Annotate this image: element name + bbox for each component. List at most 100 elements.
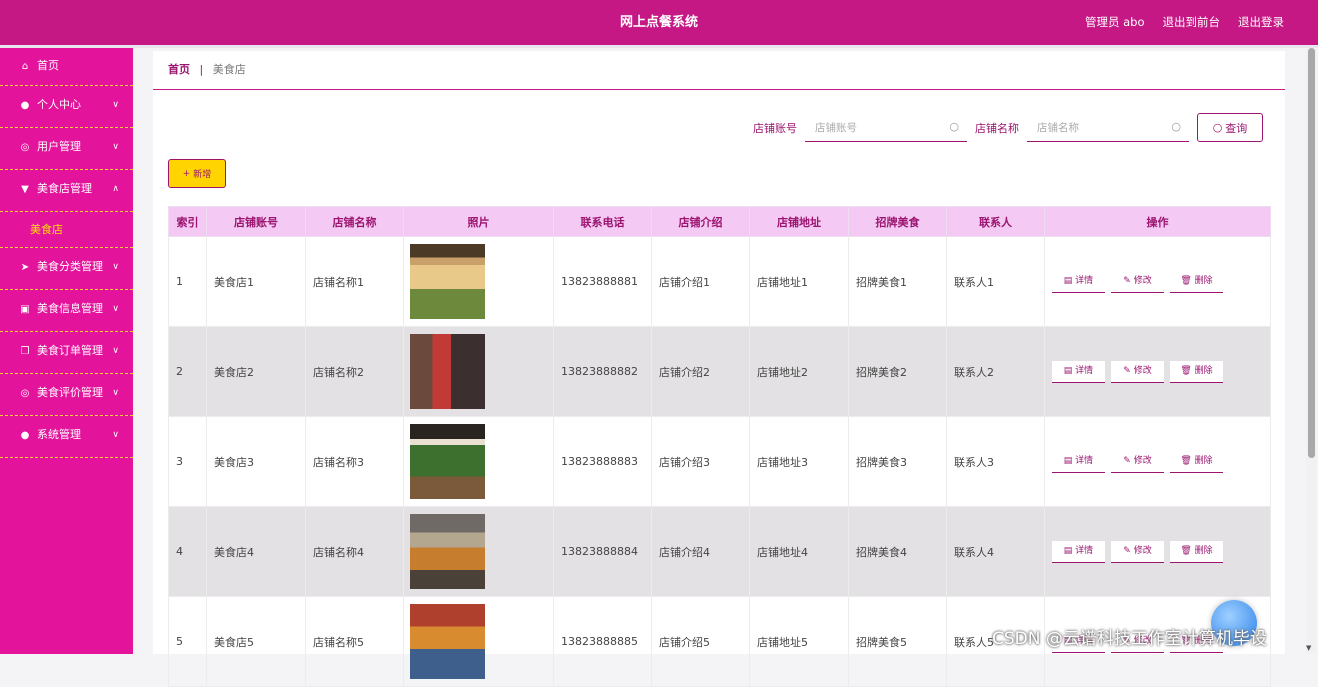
detail-button[interactable]: ▤ 详情 [1052, 270, 1105, 293]
shop-icon: ▼ [21, 184, 29, 195]
column-header: 索引 [168, 206, 207, 237]
cell-contact: 联系人3 [946, 416, 1045, 507]
cell-address: 店铺地址3 [749, 416, 849, 507]
cell-address: 店铺地址5 [749, 596, 849, 687]
compass-icon: ◎ [20, 388, 30, 399]
cell-signature: 招牌美食5 [848, 596, 947, 687]
cell-account: 美食店1 [206, 236, 306, 327]
breadcrumb-current: 美食店 [212, 63, 246, 76]
name-input[interactable] [1027, 113, 1169, 142]
search-bar: 店铺账号 ○ 店铺名称 ○ ○查询 [753, 113, 1263, 142]
name-field: ○ [1027, 113, 1189, 142]
sidebar-item-food-info[interactable]: ▣ 美食信息管理 ∨ [0, 290, 133, 332]
account-input[interactable] [805, 113, 947, 142]
cell-contact: 联系人2 [946, 326, 1045, 417]
scrollbar-thumb[interactable] [1308, 48, 1315, 458]
plus-icon: + [182, 168, 191, 179]
cell-index: 4 [168, 506, 207, 597]
cell-photo [403, 506, 554, 597]
cell-name: 店铺名称3 [305, 416, 404, 507]
shop-photo[interactable] [410, 424, 485, 499]
cell-phone: 13823888885 [553, 596, 652, 687]
home-icon: ⌂ [21, 61, 29, 72]
shop-photo[interactable] [410, 514, 485, 589]
scroll-down-arrow-icon[interactable]: ▼ [1306, 644, 1311, 652]
cell-contact: 联系人1 [946, 236, 1045, 327]
chevron-down-icon: ∨ [112, 388, 119, 398]
clipboard-icon: ▣ [20, 304, 30, 315]
cell-address: 店铺地址4 [749, 506, 849, 597]
sidebar-subitem-shop[interactable]: 美食店 [0, 212, 133, 248]
cell-photo [403, 596, 554, 687]
search-icon: ○ [1171, 120, 1181, 133]
delete-button[interactable]: 🗑 删除 [1170, 450, 1223, 473]
edit-button[interactable]: ✎ 修改 [1111, 540, 1164, 563]
sidebar-item-users[interactable]: ◎ 用户管理 ∨ [0, 128, 133, 170]
page-scrollbar[interactable]: ▼ [1306, 48, 1316, 654]
breadcrumb: 首页 | 美食店 [153, 51, 1285, 90]
compass-icon: ◎ [20, 142, 30, 153]
user-icon: ● [20, 100, 30, 111]
column-header: 店铺名称 [305, 206, 404, 237]
detail-button[interactable]: ▤ 详情 [1052, 450, 1105, 473]
sidebar-item-shops[interactable]: ▼ 美食店管理 ∧ [0, 170, 133, 212]
table-row: 1 美食店1 店铺名称1 13823888881 店铺介绍1 店铺地址1 招牌美… [168, 236, 1271, 327]
cell-account: 美食店2 [206, 326, 306, 417]
delete-button[interactable]: 🗑 删除 [1170, 540, 1223, 563]
cell-signature: 招牌美食4 [848, 506, 947, 597]
breadcrumb-separator: | [199, 63, 204, 76]
cell-actions: ▤ 详情 ✎ 修改 🗑 删除 [1044, 506, 1271, 597]
cell-account: 美食店4 [206, 506, 306, 597]
cell-intro: 店铺介绍4 [651, 506, 750, 597]
chevron-down-icon: ∨ [112, 304, 119, 314]
account-field: ○ [805, 113, 967, 142]
sidebar-item-reviews[interactable]: ◎ 美食评价管理 ∨ [0, 374, 133, 416]
sidebar-item-home[interactable]: ⌂ 首页 [0, 48, 133, 86]
chevron-up-icon: ∧ [112, 184, 119, 194]
cell-actions: ▤ 详情 ✎ 修改 🗑 删除 [1044, 236, 1271, 327]
shop-photo[interactable] [410, 604, 485, 679]
cell-index: 3 [168, 416, 207, 507]
edit-button[interactable]: ✎ 修改 [1111, 360, 1164, 383]
delete-button[interactable]: 🗑 删除 [1170, 270, 1223, 293]
cell-phone: 13823888881 [553, 236, 652, 327]
account-label: 店铺账号 [753, 121, 797, 135]
sidebar-item-personal[interactable]: ● 个人中心 ∨ [0, 86, 133, 128]
delete-button[interactable]: 🗑 删除 [1170, 360, 1223, 383]
cell-address: 店铺地址2 [749, 326, 849, 417]
sidebar-item-orders[interactable]: ❐ 美食订单管理 ∨ [0, 332, 133, 374]
copy-icon: ❐ [20, 346, 30, 357]
cell-phone: 13823888883 [553, 416, 652, 507]
column-header: 联系电话 [553, 206, 652, 237]
cell-intro: 店铺介绍2 [651, 326, 750, 417]
logout-link[interactable]: 退出登录 [1238, 0, 1284, 45]
exit-to-front-link[interactable]: 退出到前台 [1163, 0, 1221, 45]
query-button[interactable]: ○ 查询 [1197, 113, 1263, 142]
edit-button[interactable]: ✎ 修改 [1111, 270, 1164, 293]
cell-signature: 招牌美食1 [848, 236, 947, 327]
user-icon: ● [20, 430, 30, 441]
detail-button[interactable]: ▤ 详情 [1052, 540, 1105, 563]
table-row: 4 美食店4 店铺名称4 13823888884 店铺介绍4 店铺地址4 招牌美… [168, 506, 1271, 597]
edit-button[interactable]: ✎ 修改 [1111, 450, 1164, 473]
column-header: 店铺介绍 [651, 206, 750, 237]
add-button[interactable]: + 新增 [168, 159, 226, 188]
cell-name: 店铺名称2 [305, 326, 404, 417]
cell-index: 2 [168, 326, 207, 417]
send-icon: ➤ [20, 262, 30, 273]
cell-account: 美食店3 [206, 416, 306, 507]
sidebar-item-categories[interactable]: ➤ 美食分类管理 ∨ [0, 248, 133, 290]
cell-index: 1 [168, 236, 207, 327]
cell-phone: 13823888882 [553, 326, 652, 417]
shop-photo[interactable] [410, 244, 485, 319]
cell-name: 店铺名称5 [305, 596, 404, 687]
shop-photo[interactable] [410, 334, 485, 409]
breadcrumb-home[interactable]: 首页 [168, 63, 190, 76]
watermark: CSDN @云谱科技工作室计算机毕设 [992, 629, 1267, 649]
cell-name: 店铺名称1 [305, 236, 404, 327]
detail-button[interactable]: ▤ 详情 [1052, 360, 1105, 383]
column-header: 店铺账号 [206, 206, 306, 237]
admin-name: 管理员 abo [1084, 15, 1145, 29]
sidebar-item-system[interactable]: ● 系统管理 ∨ [0, 416, 133, 458]
column-header: 店铺地址 [749, 206, 849, 237]
